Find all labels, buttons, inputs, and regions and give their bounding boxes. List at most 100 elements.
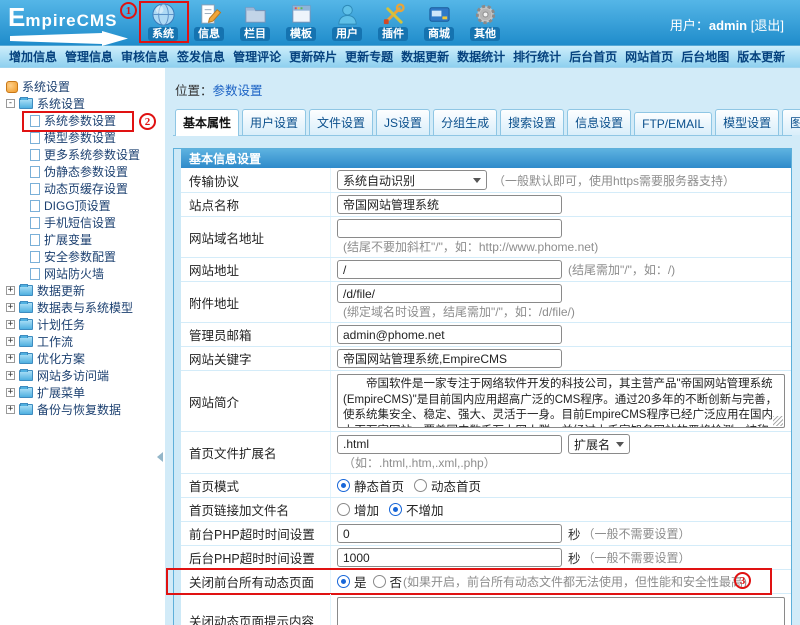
expand-plus-icon[interactable]: + bbox=[6, 337, 15, 346]
nav-label: 其他 bbox=[470, 27, 500, 41]
domain-input[interactable] bbox=[337, 219, 562, 238]
folder-icon bbox=[19, 302, 33, 313]
sidebar-item-more-system-params[interactable]: 更多系统参数设置 bbox=[30, 146, 165, 163]
sidebar-item-dynamic-cache[interactable]: 动态页缓存设置 bbox=[30, 180, 165, 197]
sidebar-item-ext-vars[interactable]: 扩展变量 bbox=[30, 231, 165, 248]
field-label: 关闭动态页面提示内容 bbox=[181, 594, 331, 625]
radio-on-icon[interactable] bbox=[337, 575, 350, 588]
site-intro-textarea[interactable]: 帝国软件是一家专注于网络软件开发的科技公司，其主营产品"帝国网站管理系统(Emp… bbox=[337, 374, 785, 428]
close-dynamic-tip-textarea[interactable] bbox=[337, 597, 785, 625]
tab-js-settings[interactable]: JS设置 bbox=[376, 109, 430, 135]
expand-plus-icon[interactable]: + bbox=[6, 354, 15, 363]
tab-user-settings[interactable]: 用户设置 bbox=[242, 109, 306, 135]
sidebar-node-multi-access[interactable]: +网站多访问端 bbox=[6, 367, 165, 384]
section-header-basic-info: 基本信息设置 bbox=[181, 149, 791, 168]
protocol-select[interactable]: 系统自动识别 bbox=[337, 170, 487, 190]
nav-item-plugin[interactable]: 插件 bbox=[370, 0, 416, 41]
sidebar-node-backup-restore[interactable]: +备份与恢复数据 bbox=[6, 401, 165, 418]
toolbar-item-update-topics[interactable]: 更新专题 bbox=[345, 48, 393, 65]
toolbar-item-manage-info[interactable]: 管理信息 bbox=[65, 48, 113, 65]
sidebar-item-digg[interactable]: DIGG顶设置 bbox=[30, 197, 165, 214]
attachment-path-input[interactable] bbox=[337, 284, 562, 303]
field-label: 网站域名地址 bbox=[181, 217, 331, 257]
radio-no[interactable]: 否 bbox=[373, 572, 403, 591]
expand-plus-icon[interactable]: + bbox=[6, 286, 15, 295]
tab-model-settings[interactable]: 模型设置 bbox=[715, 109, 779, 135]
toolbar-item-sign-info[interactable]: 签发信息 bbox=[177, 48, 225, 65]
nav-item-info[interactable]: 信息 bbox=[186, 0, 232, 41]
index-ext-input[interactable] bbox=[337, 435, 562, 454]
radio-static-index[interactable]: 静态首页 bbox=[337, 476, 404, 495]
expand-plus-icon[interactable]: + bbox=[6, 320, 15, 329]
collapse-minus-icon[interactable]: - bbox=[6, 99, 15, 108]
nav-item-other[interactable]: 其他 bbox=[462, 0, 508, 41]
breadcrumb-link-params[interactable]: 参数设置 bbox=[213, 84, 263, 98]
empirecms-logo: EmpireCMS bbox=[8, 2, 134, 46]
site-name-input[interactable] bbox=[337, 195, 562, 214]
sidebar-node-cron[interactable]: +计划任务 bbox=[6, 316, 165, 333]
expand-plus-icon[interactable]: + bbox=[6, 303, 15, 312]
template-window-icon bbox=[289, 2, 314, 27]
sidebar-item-pseudo-static[interactable]: 伪静态参数设置 bbox=[30, 163, 165, 180]
toolbar-item-admin-map[interactable]: 后台地图 bbox=[681, 48, 729, 65]
nav-item-system[interactable]: 系统 bbox=[140, 0, 186, 41]
admin-php-timeout-input[interactable] bbox=[337, 548, 562, 567]
nav-item-user[interactable]: 用户 bbox=[324, 0, 370, 41]
front-php-timeout-input[interactable] bbox=[337, 524, 562, 543]
sidebar-node-tables-models[interactable]: +数据表与系统模型 bbox=[6, 299, 165, 316]
sidebar-item-firewall[interactable]: 网站防火墙 bbox=[30, 265, 165, 282]
radio-on-icon[interactable] bbox=[389, 503, 402, 516]
toolbar-item-admin-home[interactable]: 后台首页 bbox=[569, 48, 617, 65]
tab-group-generate[interactable]: 分组生成 bbox=[433, 109, 497, 135]
admin-email-input[interactable] bbox=[337, 325, 562, 344]
sidebar-item-security-params[interactable]: 安全参数配置 bbox=[30, 248, 165, 265]
toolbar-item-add-info[interactable]: 增加信息 bbox=[9, 48, 57, 65]
site-url-input[interactable] bbox=[337, 260, 562, 279]
sidebar-folder-system-settings[interactable]: - 系统设置 bbox=[6, 95, 165, 112]
tab-basic-props[interactable]: 基本属性 bbox=[175, 109, 239, 136]
radio-yes[interactable]: 是 bbox=[337, 572, 367, 591]
radio-on-icon[interactable] bbox=[337, 479, 350, 492]
sidebar-item-model-params[interactable]: 模型参数设置 bbox=[30, 129, 165, 146]
radio-dynamic-index[interactable]: 动态首页 bbox=[414, 476, 481, 495]
sidebar-node-ext-menu[interactable]: +扩展菜单 bbox=[6, 384, 165, 401]
radio-off-icon[interactable] bbox=[373, 575, 386, 588]
expand-plus-icon[interactable]: + bbox=[6, 371, 15, 380]
sidebar-node-workflow[interactable]: +工作流 bbox=[6, 333, 165, 350]
tab-info-settings[interactable]: 信息设置 bbox=[567, 109, 631, 135]
sidebar-node-data-update[interactable]: +数据更新 bbox=[6, 282, 165, 299]
sidebar-root-system-settings[interactable]: 系统设置 bbox=[6, 78, 165, 95]
sidebar-item-sms[interactable]: 手机短信设置 bbox=[30, 214, 165, 231]
nav-label: 模板 bbox=[286, 27, 316, 41]
ext-select[interactable]: 扩展名 bbox=[568, 434, 630, 454]
radio-label: 静态首页 bbox=[354, 476, 404, 495]
tab-image-settings[interactable]: 图片设置 bbox=[782, 109, 800, 135]
nav-item-template[interactable]: 模板 bbox=[278, 0, 324, 41]
radio-off-icon[interactable] bbox=[414, 479, 427, 492]
sidebar-collapse-arrow[interactable] bbox=[157, 452, 163, 462]
toolbar-item-data-stats[interactable]: 数据统计 bbox=[457, 48, 505, 65]
logout-link[interactable]: [退出] bbox=[751, 18, 784, 33]
toolbar-item-ranking-stats[interactable]: 排行统计 bbox=[513, 48, 561, 65]
expand-plus-icon[interactable]: + bbox=[6, 405, 15, 414]
tab-file-settings[interactable]: 文件设置 bbox=[309, 109, 373, 135]
resize-grip-icon[interactable] bbox=[773, 416, 783, 426]
toolbar-item-site-home[interactable]: 网站首页 bbox=[625, 48, 673, 65]
keywords-input[interactable] bbox=[337, 349, 562, 368]
sidebar-node-optimization[interactable]: +优化方案 bbox=[6, 350, 165, 367]
expand-plus-icon[interactable]: + bbox=[6, 388, 15, 397]
radio-add[interactable]: 增加 bbox=[337, 500, 379, 519]
toolbar-item-manage-comments[interactable]: 管理评论 bbox=[233, 48, 281, 65]
toolbar-item-update-fragments[interactable]: 更新碎片 bbox=[289, 48, 337, 65]
toolbar-item-audit-info[interactable]: 审核信息 bbox=[121, 48, 169, 65]
toolbar-item-version-update[interactable]: 版本更新 bbox=[737, 48, 785, 65]
radio-off-icon[interactable] bbox=[337, 503, 350, 516]
toolbar-item-data-update[interactable]: 数据更新 bbox=[401, 48, 449, 65]
page-icon bbox=[30, 183, 40, 195]
system-settings-icon bbox=[6, 81, 18, 93]
nav-item-column[interactable]: 栏目 bbox=[232, 0, 278, 41]
tab-ftp-email[interactable]: FTP/EMAIL bbox=[634, 112, 712, 135]
nav-item-mall[interactable]: 商城 bbox=[416, 0, 462, 41]
radio-not-add[interactable]: 不增加 bbox=[389, 500, 444, 519]
tab-search-settings[interactable]: 搜索设置 bbox=[500, 109, 564, 135]
